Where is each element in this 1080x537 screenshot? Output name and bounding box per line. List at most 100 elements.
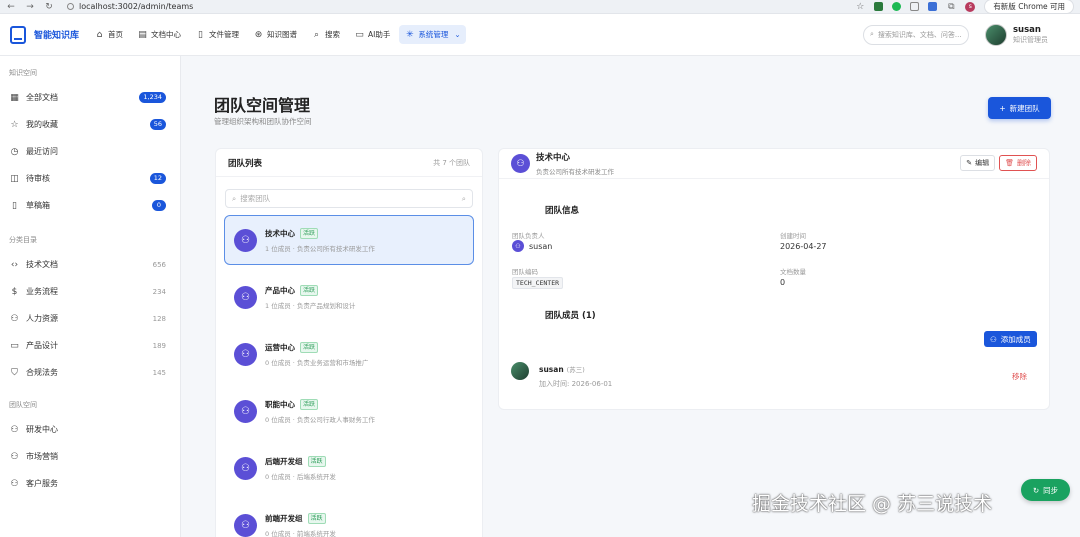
sidebar-item-icon: ☆ xyxy=(10,119,19,130)
app-logo[interactable]: 智能知识库 xyxy=(10,25,80,44)
delete-button[interactable]: 🗑 删除 xyxy=(999,154,1037,171)
search-icon[interactable]: ⌕ xyxy=(462,194,466,204)
sidebar-item-icon: ⚇ xyxy=(10,478,19,489)
team-list-item[interactable]: ⚇ 后端开发组 活跃 0 位成员 · 后端系统开发 xyxy=(224,443,474,493)
team-item-title: 职能中心 活跃 xyxy=(265,398,375,410)
sync-button[interactable]: ↻ 同步 xyxy=(1021,479,1070,501)
remove-member-button[interactable]: 移除 xyxy=(1012,371,1027,382)
nav-item-2[interactable]: ▯ 文件管理 xyxy=(190,25,244,44)
team-detail-name: 技术中心 xyxy=(536,153,571,163)
forward-icon[interactable]: → xyxy=(25,2,35,12)
sidebar-item-section2-4[interactable]: ⛉ 合规法务 145 xyxy=(0,359,180,386)
team-list-item[interactable]: ⚇ 产品中心 活跃 1 位成员 · 负责产品规划和设计 xyxy=(224,272,474,322)
team-icon: ⚇ xyxy=(511,154,530,173)
team-meta: 0 位成员 · 前端系统开发 xyxy=(265,529,336,537)
nav-item-5[interactable]: ▭ AI助手 xyxy=(349,25,395,44)
count-badge: 12 xyxy=(149,173,166,184)
sidebar-item-section2-1[interactable]: $ 业务流程 234 xyxy=(0,278,180,305)
sidebar-item-section3-2[interactable]: ⚇ 客户服务 xyxy=(0,470,180,497)
reload-icon[interactable]: ↻ xyxy=(44,2,54,12)
status-badge: 活跃 xyxy=(300,341,319,353)
profile-avatar[interactable]: s xyxy=(965,1,976,12)
avatar xyxy=(511,362,529,380)
item-count: 656 xyxy=(152,260,166,269)
team-list-item[interactable]: ⚇ 前端开发组 活跃 0 位成员 · 前端系统开发 xyxy=(224,500,474,537)
sidebar-item-section2-2[interactable]: ⚇ 人力资源 128 xyxy=(0,305,180,332)
sidebar-item-icon: ‹› xyxy=(10,259,19,270)
sidebar-item-section2-3[interactable]: ▭ 产品设计 189 xyxy=(0,332,180,359)
sidebar-item-section1-1[interactable]: ☆ 我的收藏 56 xyxy=(0,111,180,138)
members-title: 团队成员 (1) xyxy=(545,311,596,321)
user-icon: ⚇ xyxy=(512,240,524,252)
created-value: 2026-04-27 xyxy=(780,242,827,251)
team-search-input[interactable]: ⌕ 搜索团队 ⌕ xyxy=(225,189,473,208)
team-name: 后端开发组 xyxy=(265,456,303,466)
nav-item-label: 首页 xyxy=(108,30,124,39)
global-search-input[interactable]: ⌕ 搜索知识库、文档、问答... xyxy=(863,24,969,45)
nav-item-label: AI助手 xyxy=(368,30,391,39)
team-list-panel: 团队列表 共 7 个团队 ⌕ 搜索团队 ⌕ ⚇ 技术中心 活跃 1 位成员 · 负责公… xyxy=(215,148,483,537)
top-navigation: ⌂ 首页 ▤ 文档中心 ▯ 文件管理 ⊛ 知识图谱 ⌕ 搜索 ▭ AI助手 ✳ 系统管理 ⌄ xyxy=(89,25,466,44)
sidebar-item-label: 客户服务 xyxy=(26,479,58,488)
member-joined: 加入时间: 2026-06-01 xyxy=(539,379,613,388)
app-header: 智能知识库 ⌂ 首页 ▤ 文档中心 ▯ 文件管理 ⊛ 知识图谱 ⌕ 搜索 ▭ AI助手 ✳ 系统管理 ⌄ ⌕… xyxy=(0,14,1080,56)
extension-icon[interactable] xyxy=(928,2,938,11)
sidebar-item-section3-1[interactable]: ⚇ 市场营销 xyxy=(0,443,180,470)
team-name: 产品中心 xyxy=(265,285,295,295)
user-menu[interactable]: susan 知识管理员 xyxy=(985,23,1048,46)
sidebar-item-section2-0[interactable]: ‹› 技术文档 656 xyxy=(0,251,180,278)
sidebar-item-section1-0[interactable]: ▦ 全部文档 1,234 xyxy=(0,84,180,111)
team-list-item[interactable]: ⚇ 技术中心 活跃 1 位成员 · 负责公司所有技术研发工作 xyxy=(224,215,474,265)
team-meta: 1 位成员 · 负责产品规划和设计 xyxy=(265,301,356,310)
nav-item-1[interactable]: ▤ 文档中心 xyxy=(132,25,186,44)
extension-icon[interactable] xyxy=(874,2,884,11)
sidebar-item-icon: ⚇ xyxy=(10,424,19,435)
owner-value: ⚇ susan xyxy=(512,240,552,252)
sidebar-item-icon: ⛉ xyxy=(11,367,18,378)
settings-icon: ✳ xyxy=(406,29,414,40)
puzzle-icon[interactable]: ⧉ xyxy=(946,2,956,12)
new-team-button[interactable]: + 新建团队 xyxy=(988,97,1051,119)
sidebar-item-section1-3[interactable]: ◫ 待审核 12 xyxy=(0,165,180,192)
nav-item-6[interactable]: ✳ 系统管理 ⌄ xyxy=(399,25,466,44)
sidebar-item-section3-0[interactable]: ⚇ 研发中心 xyxy=(0,416,180,443)
trash-icon: 🗑 xyxy=(1005,158,1014,167)
site-info-icon[interactable] xyxy=(67,3,74,10)
extension-icon[interactable] xyxy=(892,2,902,11)
team-list-item[interactable]: ⚇ 职能中心 活跃 0 位成员 · 负责公司行政人事财务工作 xyxy=(224,386,474,436)
nav-item-3[interactable]: ⊛ 知识图谱 xyxy=(248,25,302,44)
team-item-body: 运营中心 活跃 0 位成员 · 负责业务运营和市场推广 xyxy=(265,341,368,367)
address-bar[interactable]: localhost:3002/admin/teams xyxy=(67,2,193,11)
user-add-icon: ⚇ xyxy=(990,334,997,344)
item-count: 234 xyxy=(152,287,166,296)
chrome-update-button[interactable]: 有新版 Chrome 可用 xyxy=(984,0,1074,14)
team-meta: 1 位成员 · 负责公司所有技术研发工作 xyxy=(265,244,375,253)
team-count: 共 7 个团队 xyxy=(433,158,470,167)
extension-icon[interactable] xyxy=(910,2,920,11)
nav-item-0[interactable]: ⌂ 首页 xyxy=(89,25,128,44)
add-member-button[interactable]: ⚇ 添加成员 xyxy=(984,331,1037,347)
back-icon[interactable]: ← xyxy=(6,2,16,12)
created-label: 创建时间 xyxy=(780,232,806,240)
star-icon[interactable]: ☆ xyxy=(855,2,865,12)
sidebar-item-label: 技术文档 xyxy=(26,260,58,269)
team-item-body: 技术中心 活跃 1 位成员 · 负责公司所有技术研发工作 xyxy=(265,227,375,253)
team-item-title: 技术中心 活跃 xyxy=(265,227,375,239)
sidebar-item-icon: ⚇ xyxy=(10,313,19,324)
sidebar-item-label: 业务流程 xyxy=(26,287,58,296)
add-member-label: 添加成员 xyxy=(1000,334,1031,344)
sidebar-section-title: 团队空间 xyxy=(9,401,37,409)
sidebar-item-icon: ▯ xyxy=(12,200,17,211)
app-name: 智能知识库 xyxy=(34,31,80,41)
nav-item-4[interactable]: ⌕ 搜索 xyxy=(306,25,345,44)
pencil-icon: ✎ xyxy=(966,158,973,167)
sidebar-item-section1-2[interactable]: ◷ 最近访问 xyxy=(0,138,180,165)
sidebar-item-label: 草稿箱 xyxy=(26,201,50,210)
team-list-item[interactable]: ⚇ 运营中心 活跃 0 位成员 · 负责业务运营和市场推广 xyxy=(224,329,474,379)
nav-item-label: 文件管理 xyxy=(209,30,240,39)
team-item-title: 运营中心 活跃 xyxy=(265,341,368,353)
sidebar-item-icon: $ xyxy=(11,286,18,297)
edit-button[interactable]: ✎ 编辑 xyxy=(960,154,996,171)
team-item-body: 职能中心 活跃 0 位成员 · 负责公司行政人事财务工作 xyxy=(265,398,375,424)
sidebar-item-section1-4[interactable]: ▯ 草稿箱 0 xyxy=(0,192,180,219)
